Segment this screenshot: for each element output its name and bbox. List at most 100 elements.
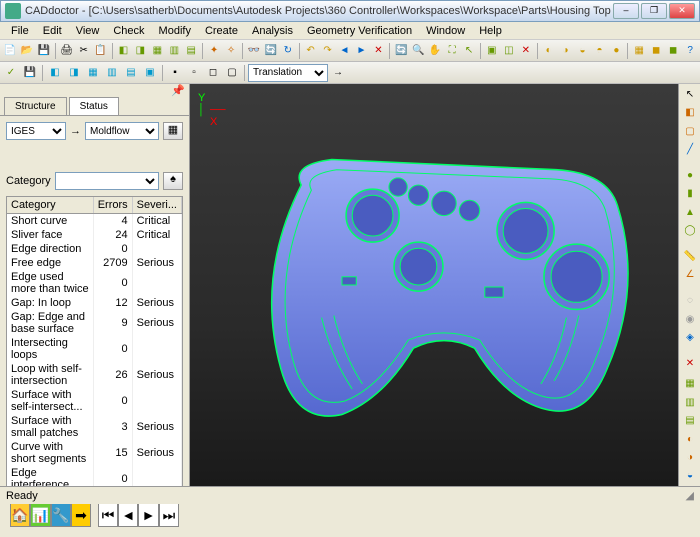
render3-icon[interactable]: ◒ [575, 42, 591, 60]
table-row[interactable]: Edge used more than twice0 [7, 270, 182, 296]
table-row[interactable]: Free edge2709Serious [7, 256, 182, 270]
rt-angle-icon[interactable]: ∠ [681, 267, 699, 283]
menu-create[interactable]: Create [198, 23, 245, 39]
minimize-button[interactable]: – [613, 3, 639, 19]
menu-file[interactable]: File [4, 23, 36, 39]
fix2-icon[interactable]: 📊 [30, 503, 50, 527]
print-icon[interactable]: 🖨 [59, 42, 75, 60]
resize-grip-icon[interactable]: ◢ [686, 489, 694, 502]
format-from-select[interactable]: IGES [6, 122, 66, 140]
menu-view[interactable]: View [69, 23, 107, 39]
table-row[interactable]: Surface with self-intersect...0 [7, 388, 182, 414]
go-icon[interactable]: → [329, 64, 347, 82]
category-select[interactable] [55, 172, 159, 190]
mode4-icon[interactable]: ▥ [103, 64, 121, 82]
menu-analysis[interactable]: Analysis [245, 23, 300, 39]
save2-icon[interactable]: 💾 [21, 64, 39, 82]
rt-g6-icon[interactable]: ◒ [681, 468, 699, 484]
menu-modify[interactable]: Modify [152, 23, 198, 39]
rt-show-icon[interactable]: ◉ [681, 311, 699, 327]
rt-g4-icon[interactable]: ◐ [681, 431, 699, 447]
cube-icon[interactable]: ◧ [115, 42, 131, 60]
cube5-icon[interactable]: ▤ [183, 42, 199, 60]
render2-icon[interactable]: ◑ [558, 42, 574, 60]
menu-window[interactable]: Window [419, 23, 472, 39]
face4-icon[interactable]: ▢ [223, 64, 241, 82]
tab-status[interactable]: Status [69, 97, 119, 115]
help-icon[interactable]: ? [682, 42, 698, 60]
last-icon[interactable]: ⏭ [159, 503, 179, 527]
fit-icon[interactable]: ⛶ [444, 42, 460, 60]
error-table[interactable]: CategoryErrorsSeveri... Short curve4Crit… [6, 196, 183, 493]
rt-torus-icon[interactable]: ◯ [681, 222, 699, 238]
select-icon[interactable]: ↖ [461, 42, 477, 60]
rt-iso-icon[interactable]: ◈ [681, 329, 699, 345]
cube3-icon[interactable]: ▦ [149, 42, 165, 60]
table-row[interactable]: Gap: Edge and base surface9Serious [7, 310, 182, 336]
rt-cyl-icon[interactable]: ▮ [681, 186, 699, 202]
maximize-button[interactable]: ❐ [641, 3, 667, 19]
rt-cube-icon[interactable]: ◧ [681, 104, 699, 120]
check-icon[interactable]: ✓ [2, 64, 20, 82]
render5-icon[interactable]: ● [608, 42, 624, 60]
view2-icon[interactable]: ◫ [501, 42, 517, 60]
face2-icon[interactable]: ▫ [185, 64, 203, 82]
cancel-icon[interactable]: ✕ [370, 42, 386, 60]
table-row[interactable]: Short curve4Critical [7, 214, 182, 229]
rt-sphere-icon[interactable]: ● [681, 167, 699, 183]
cut-icon[interactable]: ✂ [76, 42, 92, 60]
nav-back-icon[interactable]: ◄ [337, 42, 353, 60]
solid-icon[interactable]: ◼ [648, 42, 664, 60]
nav-fwd-icon[interactable]: ► [353, 42, 369, 60]
face1-icon[interactable]: ▪ [166, 64, 184, 82]
fix3-icon[interactable]: 🔧 [51, 503, 71, 527]
column-header[interactable]: Category [7, 197, 93, 214]
open-icon[interactable]: 📂 [19, 42, 35, 60]
face3-icon[interactable]: ◻ [204, 64, 222, 82]
rotate-icon[interactable]: 🔄 [393, 42, 409, 60]
zoom-icon[interactable]: 🔍 [410, 42, 426, 60]
mode5-icon[interactable]: ▤ [122, 64, 140, 82]
mode3-icon[interactable]: ▦ [84, 64, 102, 82]
shade-icon[interactable]: ◼ [665, 42, 681, 60]
pin-icon[interactable]: 📌 [171, 85, 185, 97]
mode6-icon[interactable]: ▣ [141, 64, 159, 82]
menu-help[interactable]: Help [472, 23, 509, 39]
undo-icon[interactable]: ↶ [303, 42, 319, 60]
first-icon[interactable]: ⏮ [98, 503, 118, 527]
rt-measure-icon[interactable]: 📏 [681, 248, 699, 264]
table-row[interactable]: Edge direction0 [7, 242, 182, 256]
rt-hide-icon[interactable]: ◌ [681, 292, 699, 308]
3d-viewport[interactable]: Y│ ── X [190, 84, 678, 486]
rt-g3-icon[interactable]: ▤ [681, 412, 699, 428]
category-filter-button[interactable]: ♠ [163, 172, 183, 190]
menu-check[interactable]: Check [106, 23, 151, 39]
rt-del-icon[interactable]: ✕ [681, 355, 699, 371]
fix1-icon[interactable]: 🏠 [10, 503, 30, 527]
mode-select[interactable]: Translation [248, 64, 328, 82]
rt-cone-icon[interactable]: ▲ [681, 204, 699, 220]
save-icon[interactable]: 💾 [36, 42, 52, 60]
close-button[interactable]: ✕ [669, 3, 695, 19]
delete-icon[interactable]: ✕ [518, 42, 534, 60]
prev-icon[interactable]: ◄ [118, 503, 138, 527]
cube4-icon[interactable]: ▥ [166, 42, 182, 60]
mode1-icon[interactable]: ◧ [46, 64, 64, 82]
table-row[interactable]: Intersecting loops0 [7, 336, 182, 362]
view1-icon[interactable]: ▣ [484, 42, 500, 60]
glasses-icon[interactable]: 👓 [246, 42, 262, 60]
axis2-icon[interactable]: ✧ [223, 42, 239, 60]
table-row[interactable]: Sliver face24Critical [7, 228, 182, 242]
rt-cursor-icon[interactable]: ↖ [681, 86, 699, 102]
menu-edit[interactable]: Edit [36, 23, 69, 39]
table-row[interactable]: Loop with self-intersection26Serious [7, 362, 182, 388]
fix4-icon[interactable]: ➡ [71, 503, 91, 527]
axis-icon[interactable]: ✦ [206, 42, 222, 60]
mode2-icon[interactable]: ◨ [65, 64, 83, 82]
table-row[interactable]: Surface with small patches3Serious [7, 414, 182, 440]
next-icon[interactable]: ► [138, 503, 158, 527]
rt-face-icon[interactable]: ▢ [681, 123, 699, 139]
table-row[interactable]: Gap: In loop12Serious [7, 296, 182, 310]
menu-geometry-verification[interactable]: Geometry Verification [300, 23, 419, 39]
table-row[interactable]: Curve with short segments15Serious [7, 440, 182, 466]
